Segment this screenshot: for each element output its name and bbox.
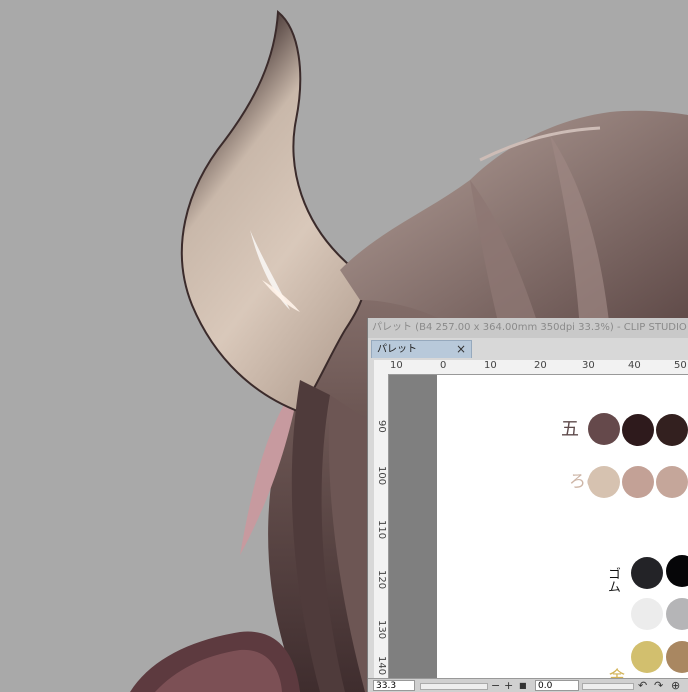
window-title: パレット (B4 257.00 x 364.00mm 350dpi 33.3%)… — [372, 322, 687, 333]
palette-label: 金 — [609, 667, 626, 678]
ruler-label: 0 — [440, 360, 447, 371]
vertical-ruler[interactable]: 90 100 110 120 130 140 — [374, 374, 389, 678]
color-swatch[interactable] — [631, 641, 663, 673]
color-swatch[interactable] — [622, 466, 654, 498]
color-swatch[interactable] — [666, 641, 688, 673]
ruler-label: 10 — [484, 360, 497, 371]
ruler-label: 50 — [674, 360, 687, 371]
palette-label: 五 — [561, 419, 579, 440]
color-swatch[interactable] — [656, 414, 688, 446]
color-swatch[interactable] — [666, 598, 688, 630]
ruler-label: 20 — [534, 360, 547, 371]
ruler-label: 90 — [376, 420, 387, 433]
canvas-page[interactable]: 五 ろの ゴム 金 — [437, 375, 688, 678]
ruler-label: 120 — [376, 570, 387, 590]
color-swatch[interactable] — [631, 557, 663, 589]
rotate-left-icon[interactable]: ↶ — [638, 679, 647, 692]
ruler-label: 100 — [376, 466, 387, 486]
angle-field[interactable]: 0.0 — [535, 680, 579, 691]
tab-strip: パレット × — [368, 338, 688, 358]
window-title-bar[interactable]: パレット (B4 257.00 x 364.00mm 350dpi 33.3%)… — [368, 318, 688, 338]
ruler-label: 140 — [376, 656, 387, 676]
color-swatch[interactable] — [656, 466, 688, 498]
ruler-label: 110 — [376, 520, 387, 540]
reset-icon[interactable]: ⊕ — [671, 679, 680, 692]
fit-button[interactable]: ■ — [519, 679, 527, 692]
status-bar: 33.3 − + ■ 0.0 ↶ ↷ ⊕ — [368, 678, 688, 692]
ruler-label: 30 — [582, 360, 595, 371]
ruler-label: 130 — [376, 620, 387, 640]
palette-window[interactable]: パレット (B4 257.00 x 364.00mm 350dpi 33.3%)… — [367, 318, 688, 692]
tab-label: パレット — [377, 344, 417, 355]
close-icon[interactable]: × — [456, 342, 466, 357]
tab-palette[interactable]: パレット × — [371, 340, 472, 358]
color-swatch[interactable] — [631, 598, 663, 630]
angle-slider[interactable] — [582, 683, 634, 690]
ruler-label: 10 — [390, 360, 403, 371]
zoom-out-button[interactable]: − — [491, 679, 500, 692]
color-swatch[interactable] — [622, 414, 654, 446]
zoom-slider[interactable] — [420, 683, 488, 690]
horizontal-ruler[interactable]: 10 0 10 20 30 40 50 — [374, 360, 688, 375]
zoom-field[interactable]: 33.3 — [373, 680, 415, 691]
zoom-in-button[interactable]: + — [504, 679, 513, 692]
color-swatch[interactable] — [666, 555, 688, 587]
ruler-label: 40 — [628, 360, 641, 371]
color-swatch[interactable] — [588, 466, 620, 498]
canvas-outside-area — [389, 375, 437, 678]
color-swatch[interactable] — [588, 413, 620, 445]
rotate-right-icon[interactable]: ↷ — [654, 679, 663, 692]
palette-label: ゴム — [605, 567, 620, 593]
